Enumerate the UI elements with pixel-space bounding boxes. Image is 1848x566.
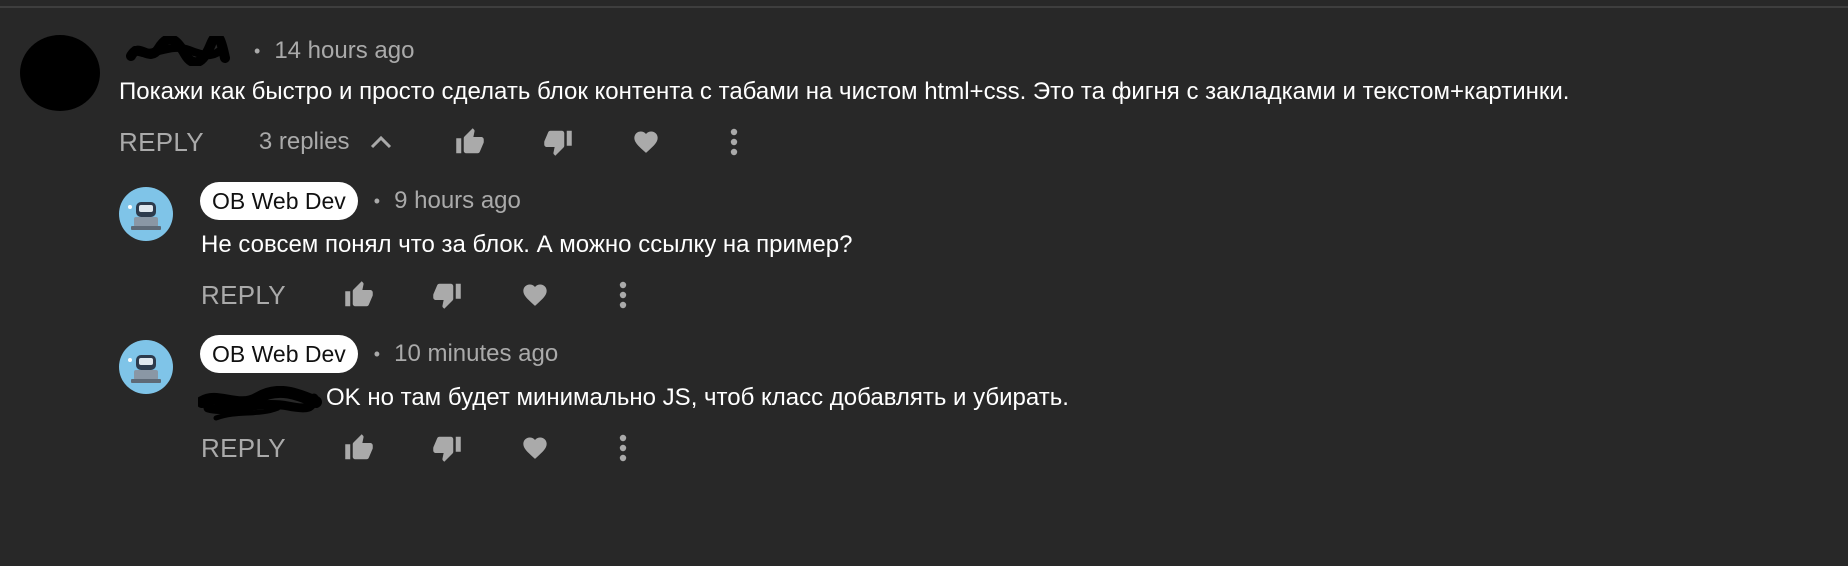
separator-dot: • bbox=[373, 190, 381, 211]
reply-time: 9 hours ago bbox=[394, 187, 521, 214]
avatar[interactable] bbox=[119, 187, 173, 241]
dislike-icon bbox=[433, 436, 461, 462]
robot-avatar-icon bbox=[128, 202, 161, 230]
replies-count: 3 replies bbox=[258, 128, 350, 155]
comment-actions: REPLY 3 replies bbox=[119, 122, 754, 162]
comment-text: Покажи как быстро и просто сделать блок … bbox=[119, 78, 1570, 105]
redacted-mention bbox=[198, 386, 322, 421]
top-divider bbox=[0, 6, 1848, 8]
replies-toggle[interactable]: 3 replies bbox=[259, 128, 392, 156]
heart-icon bbox=[633, 131, 658, 153]
dislike-button[interactable] bbox=[538, 122, 578, 162]
heart-icon bbox=[523, 437, 547, 459]
reply-actions: REPLY bbox=[201, 428, 643, 468]
chevron-up-icon bbox=[370, 135, 391, 149]
creator-badge[interactable]: OB Web Dev bbox=[200, 182, 358, 220]
comment-time: 14 hours ago bbox=[274, 37, 415, 64]
robot-avatar-icon bbox=[128, 355, 161, 383]
more-icon bbox=[619, 281, 627, 309]
reply-text: Не совсем понял что за блок. А можно ссы… bbox=[201, 231, 853, 258]
reply-time: 10 minutes ago bbox=[394, 340, 559, 367]
comment-meta: • 14 hours ago bbox=[118, 34, 414, 68]
reply-meta: OB Web Dev • 10 minutes ago bbox=[200, 334, 558, 374]
more-options-button[interactable] bbox=[603, 428, 643, 468]
separator-dot: • bbox=[373, 343, 381, 364]
dislike-button[interactable] bbox=[427, 428, 467, 468]
reply-button[interactable]: REPLY bbox=[119, 127, 204, 158]
redacted-author-name bbox=[126, 36, 230, 66]
more-icon bbox=[730, 128, 737, 156]
more-icon bbox=[619, 434, 627, 462]
avatar[interactable] bbox=[119, 340, 173, 394]
reply-meta: OB Web Dev • 9 hours ago bbox=[200, 181, 521, 221]
heart-button[interactable] bbox=[515, 275, 555, 315]
like-icon bbox=[345, 434, 373, 460]
dislike-icon bbox=[543, 130, 572, 156]
more-options-button[interactable] bbox=[714, 122, 754, 162]
avatar[interactable] bbox=[20, 35, 100, 111]
separator-dot: • bbox=[254, 40, 261, 61]
reply-text: OK но там будет минимально JS, чтоб клас… bbox=[326, 384, 1069, 411]
like-icon bbox=[345, 281, 373, 307]
more-options-button[interactable] bbox=[603, 275, 643, 315]
dislike-button[interactable] bbox=[427, 275, 467, 315]
reply-button[interactable]: REPLY bbox=[201, 280, 286, 311]
reply-button[interactable]: REPLY bbox=[201, 433, 286, 464]
reply-actions: REPLY bbox=[201, 275, 643, 315]
heart-button[interactable] bbox=[626, 122, 666, 162]
creator-badge[interactable]: OB Web Dev bbox=[200, 335, 358, 373]
like-button[interactable] bbox=[339, 275, 379, 315]
like-icon bbox=[455, 128, 484, 154]
like-button[interactable] bbox=[339, 428, 379, 468]
dislike-icon bbox=[433, 283, 461, 309]
heart-icon bbox=[523, 284, 547, 306]
like-button[interactable] bbox=[450, 122, 490, 162]
heart-button[interactable] bbox=[515, 428, 555, 468]
